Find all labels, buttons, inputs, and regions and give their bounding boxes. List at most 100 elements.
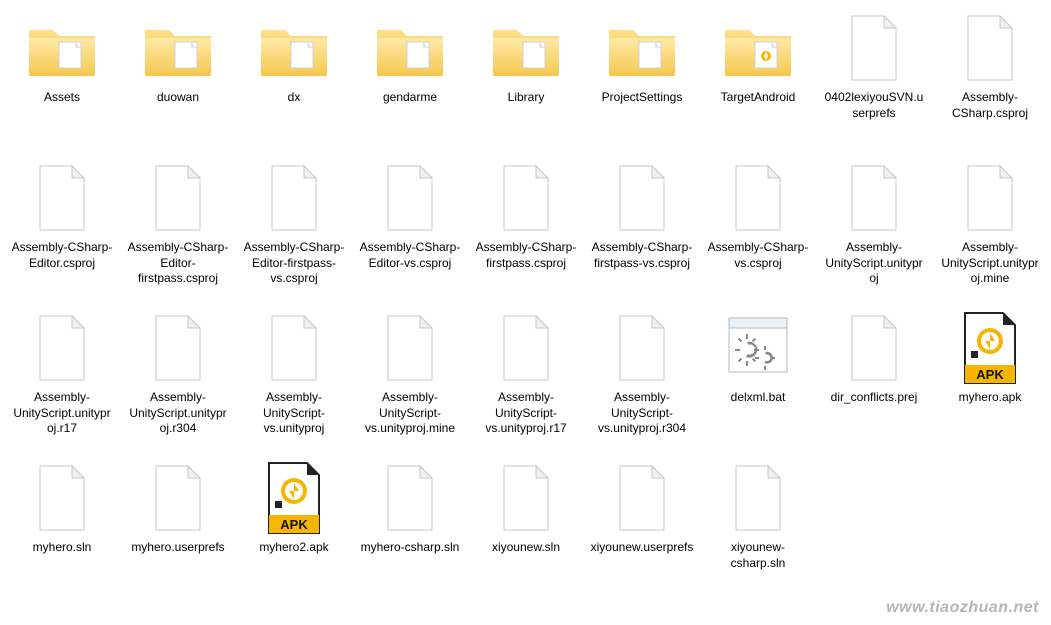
generic-file-icon <box>486 308 566 388</box>
file-item[interactable]: Assembly-UnityScript-vs.unityproj.r17 <box>468 308 584 458</box>
generic-file-icon <box>834 308 914 388</box>
generic-file-icon <box>370 458 450 538</box>
file-item[interactable]: myhero-csharp.sln <box>352 458 468 608</box>
generic-file-icon <box>254 308 334 388</box>
file-label: Assembly-UnityScript.unityproj.r304 <box>122 388 234 439</box>
file-item[interactable]: Assembly-UnityScript.unityproj.r304 <box>120 308 236 458</box>
file-label: delxml.bat <box>727 388 790 408</box>
file-item[interactable]: Assembly-CSharp-firstpass-vs.csproj <box>584 158 700 308</box>
file-item[interactable]: Assembly-UnityScript.unityproj <box>816 158 932 308</box>
generic-file-icon <box>22 458 102 538</box>
file-label: Assembly-CSharp-Editor.csproj <box>6 238 118 273</box>
file-label: xiyounew.sln <box>488 538 564 558</box>
file-label: 0402lexiyouSVN.userprefs <box>818 88 930 123</box>
folder-icon <box>254 8 334 88</box>
file-item[interactable]: 0402lexiyouSVN.userprefs <box>816 8 932 158</box>
generic-file-icon <box>718 458 798 538</box>
file-item[interactable]: delxml.bat <box>700 308 816 458</box>
file-item[interactable]: duowan <box>120 8 236 158</box>
file-label: Assembly-CSharp-firstpass.csproj <box>470 238 582 273</box>
generic-file-icon <box>602 308 682 388</box>
file-item[interactable]: xiyounew.sln <box>468 458 584 608</box>
file-item[interactable]: myhero.sln <box>4 458 120 608</box>
file-item[interactable]: Assembly-CSharp.csproj <box>932 8 1048 158</box>
generic-file-icon <box>834 158 914 238</box>
file-label: myhero2.apk <box>255 538 332 558</box>
file-label: xiyounew-csharp.sln <box>702 538 814 573</box>
file-item[interactable]: Assembly-UnityScript-vs.unityproj.mine <box>352 308 468 458</box>
folder-icon <box>718 8 798 88</box>
generic-file-icon <box>138 458 218 538</box>
file-item[interactable]: Assembly-CSharp-Editor.csproj <box>4 158 120 308</box>
watermark-text: www.tiaozhuan.net <box>886 599 1039 617</box>
file-item[interactable]: APK myhero.apk <box>932 308 1048 458</box>
svg-text:APK: APK <box>976 367 1004 382</box>
folder-icon <box>370 8 450 88</box>
file-label: Assembly-UnityScript.unityproj.r17 <box>6 388 118 439</box>
file-item[interactable]: dir_conflicts.prej <box>816 308 932 458</box>
file-label: dir_conflicts.prej <box>827 388 922 408</box>
apk-file-icon: APK <box>254 458 334 538</box>
file-item[interactable]: TargetAndroid <box>700 8 816 158</box>
file-label: Assembly-CSharp.csproj <box>934 88 1046 123</box>
file-label: Assembly-CSharp-Editor-firstpass-vs.cspr… <box>238 238 350 289</box>
file-item[interactable]: Assets <box>4 8 120 158</box>
batch-file-icon <box>718 308 798 388</box>
file-item[interactable]: Assembly-UnityScript-vs.unityproj <box>236 308 352 458</box>
file-label: Assembly-CSharp-Editor-firstpass.csproj <box>122 238 234 289</box>
file-label: Assembly-UnityScript-vs.unityproj.r17 <box>470 388 582 439</box>
file-label: Assembly-UnityScript-vs.unityproj <box>238 388 350 439</box>
file-item[interactable]: Assembly-UnityScript-vs.unityproj.r304 <box>584 308 700 458</box>
folder-icon <box>486 8 566 88</box>
generic-file-icon <box>950 8 1030 88</box>
generic-file-icon <box>138 308 218 388</box>
generic-file-icon <box>22 158 102 238</box>
file-label: myhero.apk <box>955 388 1026 408</box>
file-label: Assets <box>40 88 84 108</box>
file-item[interactable]: gendarme <box>352 8 468 158</box>
file-item[interactable]: Assembly-CSharp-Editor-vs.csproj <box>352 158 468 308</box>
file-label: Assembly-UnityScript.unityproj <box>818 238 930 289</box>
svg-text:APK: APK <box>280 517 308 532</box>
folder-icon <box>138 8 218 88</box>
generic-file-icon <box>138 158 218 238</box>
file-label: Assembly-UnityScript.unityproj.mine <box>934 238 1046 289</box>
file-label: Assembly-CSharp-firstpass-vs.csproj <box>586 238 698 273</box>
generic-file-icon <box>370 158 450 238</box>
file-item[interactable]: Library <box>468 8 584 158</box>
file-item[interactable]: dx <box>236 8 352 158</box>
folder-icon <box>602 8 682 88</box>
file-item[interactable]: xiyounew-csharp.sln <box>700 458 816 608</box>
file-label: Assembly-UnityScript-vs.unityproj.r304 <box>586 388 698 439</box>
file-label: Assembly-CSharp-vs.csproj <box>702 238 814 273</box>
file-label: Assembly-UnityScript-vs.unityproj.mine <box>354 388 466 439</box>
file-label: Library <box>504 88 549 108</box>
file-item[interactable]: APK myhero2.apk <box>236 458 352 608</box>
file-label: gendarme <box>379 88 441 108</box>
file-item[interactable]: xiyounew.userprefs <box>584 458 700 608</box>
file-item[interactable]: myhero.userprefs <box>120 458 236 608</box>
file-item[interactable]: Assembly-UnityScript.unityproj.mine <box>932 158 1048 308</box>
file-label: xiyounew.userprefs <box>587 538 698 558</box>
file-item[interactable]: Assembly-CSharp-Editor-firstpass.csproj <box>120 158 236 308</box>
file-label: TargetAndroid <box>717 88 800 108</box>
folder-icon <box>22 8 102 88</box>
file-label: duowan <box>153 88 203 108</box>
generic-file-icon <box>22 308 102 388</box>
file-label: dx <box>284 88 305 108</box>
generic-file-icon <box>370 308 450 388</box>
generic-file-icon <box>834 8 914 88</box>
file-grid: Assets duowan <box>0 0 1051 616</box>
file-item[interactable]: ProjectSettings <box>584 8 700 158</box>
generic-file-icon <box>602 158 682 238</box>
generic-file-icon <box>602 458 682 538</box>
file-label: myhero.sln <box>29 538 96 558</box>
generic-file-icon <box>950 158 1030 238</box>
apk-file-icon: APK <box>950 308 1030 388</box>
file-item[interactable]: Assembly-UnityScript.unityproj.r17 <box>4 308 120 458</box>
file-item[interactable]: Assembly-CSharp-vs.csproj <box>700 158 816 308</box>
generic-file-icon <box>254 158 334 238</box>
generic-file-icon <box>486 158 566 238</box>
file-item[interactable]: Assembly-CSharp-Editor-firstpass-vs.cspr… <box>236 158 352 308</box>
file-item[interactable]: Assembly-CSharp-firstpass.csproj <box>468 158 584 308</box>
